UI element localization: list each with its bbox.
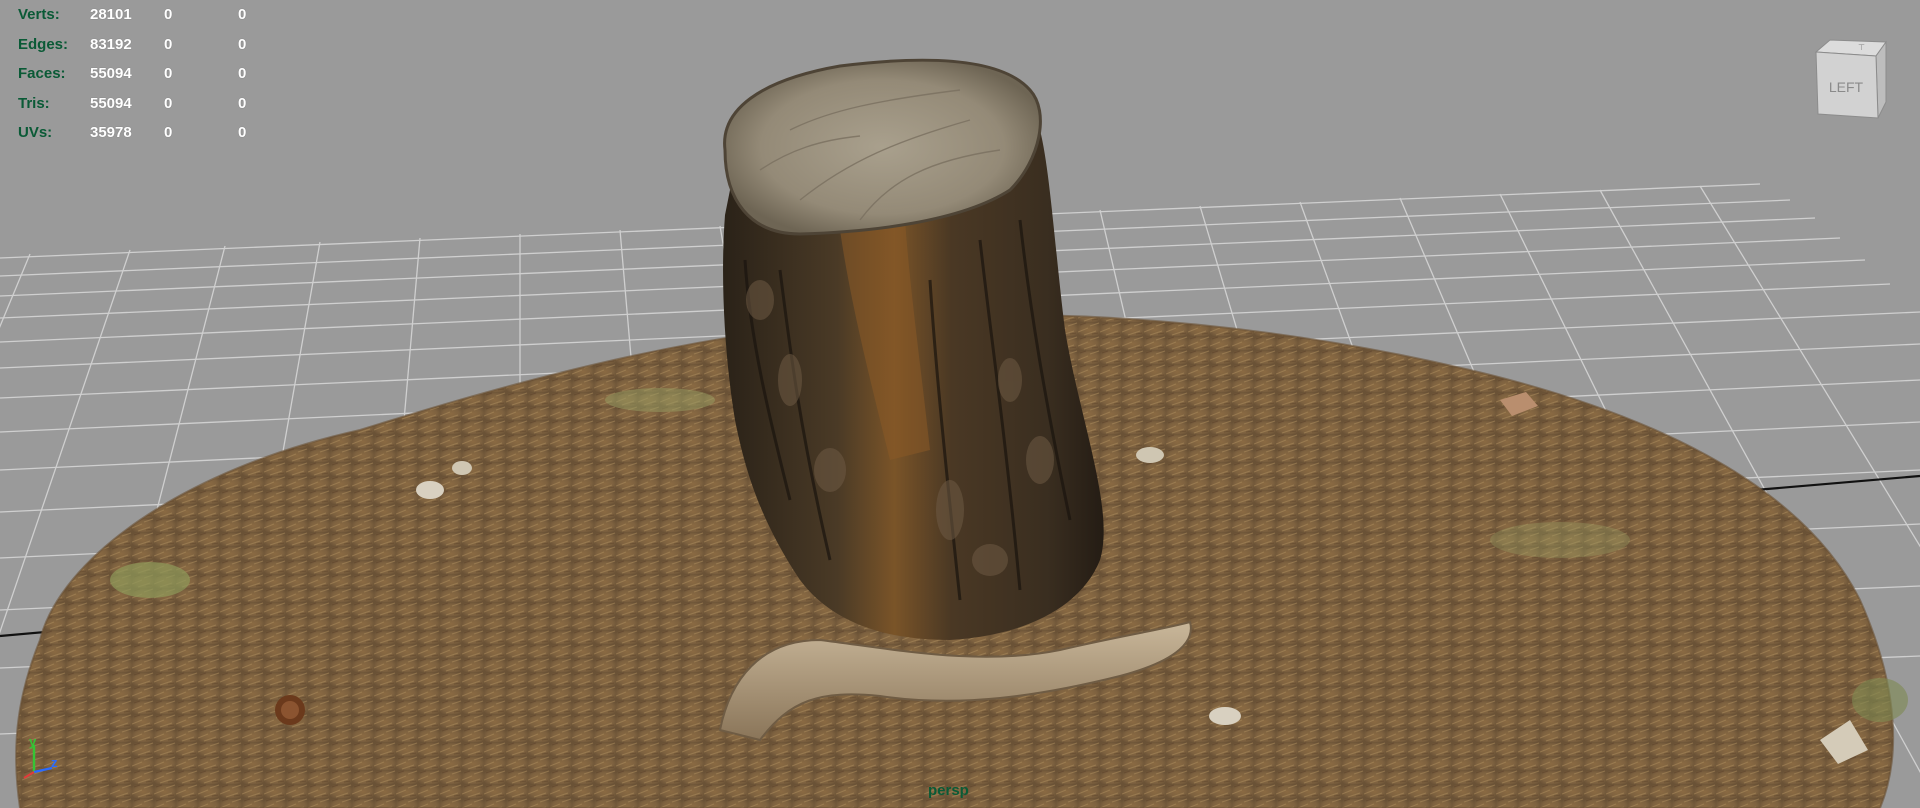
hud-row-verts: Verts: 28101 0 0 [18,0,278,30]
hud-value: 0 [238,65,247,82]
hud-label: Edges: [18,35,69,53]
hud-value: 0 [238,35,247,53]
hud-value: 0 [238,6,247,23]
view-cube-face-label: LEFT [1829,79,1864,95]
hud-label: Tris: [18,94,50,112]
hud-value: 35978 [90,124,132,141]
hud-value: 28101 [90,6,132,23]
camera-name-label: persp [928,782,969,799]
hud-value: 0 [164,35,173,53]
hud-value: 0 [164,6,173,23]
hud-value: 0 [238,124,247,141]
perspective-viewport[interactable]: y z Verts: 28101 0 0 Edges: 83192 0 0 Fa… [0,0,1920,808]
hud-value: 55094 [90,94,132,112]
axis-y-label: y [29,734,37,749]
hud-label: Faces: [18,65,66,82]
scene-canvas[interactable]: y z [0,0,1920,808]
view-cube-top-mark: ⊤ [1858,43,1865,52]
hud-value: 55094 [90,65,132,82]
hud-label: UVs: [18,124,53,141]
hud-value: 0 [164,94,173,112]
hud-row-edges: Edges: 83192 0 0 [18,30,278,60]
hud-label: Verts: [18,6,60,23]
hud-row-faces: Faces: 55094 0 0 [18,59,278,89]
poly-count-hud: Verts: 28101 0 0 Edges: 83192 0 0 Faces:… [18,0,278,148]
hud-value: 83192 [90,35,132,53]
hud-value: 0 [164,65,173,82]
hud-row-uvs: UVs: 35978 0 0 [18,118,278,148]
axis-z-label: z [51,755,58,770]
hud-value: 0 [164,124,173,141]
hud-value: 0 [238,94,247,112]
view-cube[interactable]: LEFT ⊤ [1810,38,1890,124]
hud-row-tris: Tris: 55094 0 0 [18,89,278,119]
